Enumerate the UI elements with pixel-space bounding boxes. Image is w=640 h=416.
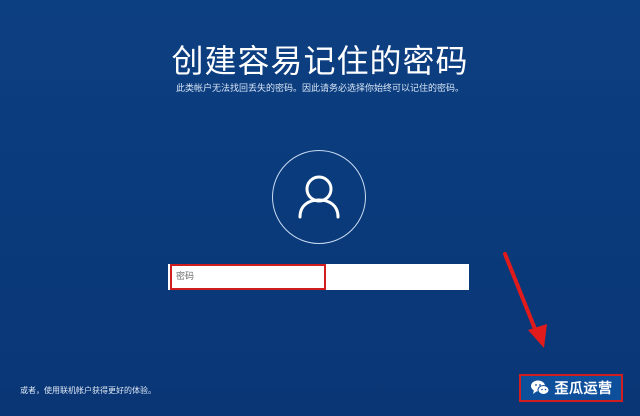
online-account-link[interactable]: 或者，使用联机帐户获得更好的体验。	[20, 386, 156, 396]
annotation-arrow	[503, 252, 547, 348]
brand-text: 歪瓜运营	[554, 381, 613, 397]
password-field-container	[168, 264, 469, 290]
user-avatar	[272, 150, 366, 244]
password-input[interactable]	[170, 264, 326, 290]
wechat-icon	[530, 380, 549, 395]
page-subtitle: 此类帐户无法找回丢失的密码。因此请务必选择你始终可以记住的密码。	[175, 84, 464, 94]
page-title: 创建容易记住的密码	[171, 42, 469, 80]
user-icon	[298, 175, 340, 219]
brand-watermark: 歪瓜运营	[519, 374, 623, 402]
